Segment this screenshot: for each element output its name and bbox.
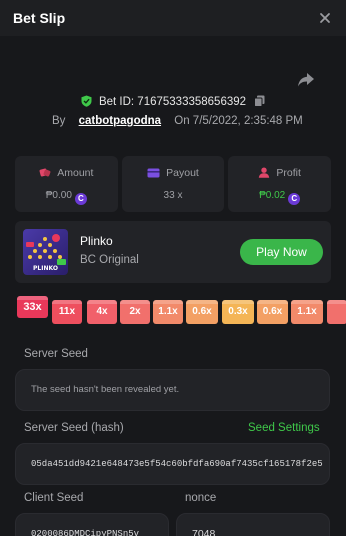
amount-card: Amount ₱0.00 C <box>15 156 118 212</box>
amount-label-row: Amount <box>15 167 118 179</box>
nonce-label: nonce <box>185 492 217 504</box>
multiplier-slot: 0.3x <box>222 300 254 324</box>
username-link[interactable]: catbotpagodna <box>79 115 161 127</box>
multiplier-slot: 4x <box>87 300 117 324</box>
multiplier-slot: 1.1x <box>153 300 183 324</box>
bet-stats: Amount ₱0.00 C Payout 33 x Profit ₱0.02 C <box>15 156 332 212</box>
multiplier-slot <box>327 300 346 324</box>
plinko-thumb-label: PLINKO <box>33 265 58 272</box>
profit-card: Profit ₱0.02 C <box>228 156 332 212</box>
payout-card-icon <box>147 168 160 178</box>
multiplier-slot: 0.6x <box>257 300 288 324</box>
bet-id-row: Bet ID: 71675333358656392 <box>0 95 346 108</box>
seed-settings-link[interactable]: Seed Settings <box>248 422 320 434</box>
coin-icon: C <box>74 193 87 205</box>
server-seed-hash-label: Server Seed (hash) <box>24 422 124 434</box>
multiplier-slot: 33x <box>17 296 48 318</box>
page-title: Bet Slip <box>13 10 66 26</box>
share-icon[interactable] <box>297 72 315 88</box>
bet-slip-header: Bet Slip <box>0 0 346 36</box>
by-label: By <box>52 115 66 127</box>
amount-value-row: ₱0.00 C <box>15 190 118 205</box>
close-icon[interactable] <box>316 9 334 27</box>
client-seed-field[interactable]: 0200086DMDCipyPNSn5v <box>15 513 169 536</box>
client-seed-label: Client Seed <box>24 492 84 504</box>
profit-value-row: ₱0.02 C <box>228 190 331 205</box>
coin-icon: C <box>288 193 301 205</box>
game-name: Plinko <box>80 234 113 248</box>
payout-label: Payout <box>166 167 199 179</box>
bet-date: 7/5/2022, 2:35:48 PM <box>192 115 303 127</box>
nonce-field[interactable]: 7048 <box>176 513 330 536</box>
bet-meta-row: By catbotpagodna On 7/5/2022, 2:35:48 PM <box>52 115 303 127</box>
amount-value: ₱0.00 <box>45 190 72 201</box>
profit-value: ₱0.02 <box>259 190 286 201</box>
profit-user-icon <box>259 167 270 178</box>
multiplier-strip: 33x 11x 4x 2x 1.1x 0.6x 0.3x 0.6x 1.1x <box>17 296 346 326</box>
payout-card: Payout 33 x <box>121 156 225 212</box>
game-card: PLINKO Plinko BC Original Play Now <box>15 221 331 283</box>
amount-label: Amount <box>57 167 94 179</box>
plinko-thumbnail: PLINKO <box>23 229 68 275</box>
multiplier-slot: 2x <box>120 300 150 324</box>
game-provider: BC Original <box>80 254 139 266</box>
profit-label-row: Profit <box>228 167 331 179</box>
play-now-button[interactable]: Play Now <box>240 239 323 265</box>
bet-id: Bet ID: 71675333358656392 <box>98 96 247 108</box>
payout-value: 33 x <box>163 190 183 201</box>
copy-icon[interactable] <box>254 95 265 107</box>
multiplier-slot: 0.6x <box>186 300 218 324</box>
dice-icon <box>39 168 51 177</box>
on-label: On <box>174 115 190 127</box>
profit-label: Profit <box>276 167 301 179</box>
multiplier-slot: 1.1x <box>291 300 323 324</box>
payout-label-row: Payout <box>122 167 225 179</box>
server-seed-hash-field[interactable]: 05da451dd9421e648473e5f54c60bfdfa690af74… <box>15 443 330 485</box>
server-seed-field: The seed hasn't been revealed yet. <box>15 369 330 411</box>
shield-check-icon <box>81 95 92 107</box>
multiplier-slot: 11x <box>52 300 82 324</box>
server-seed-label: Server Seed <box>24 348 88 360</box>
